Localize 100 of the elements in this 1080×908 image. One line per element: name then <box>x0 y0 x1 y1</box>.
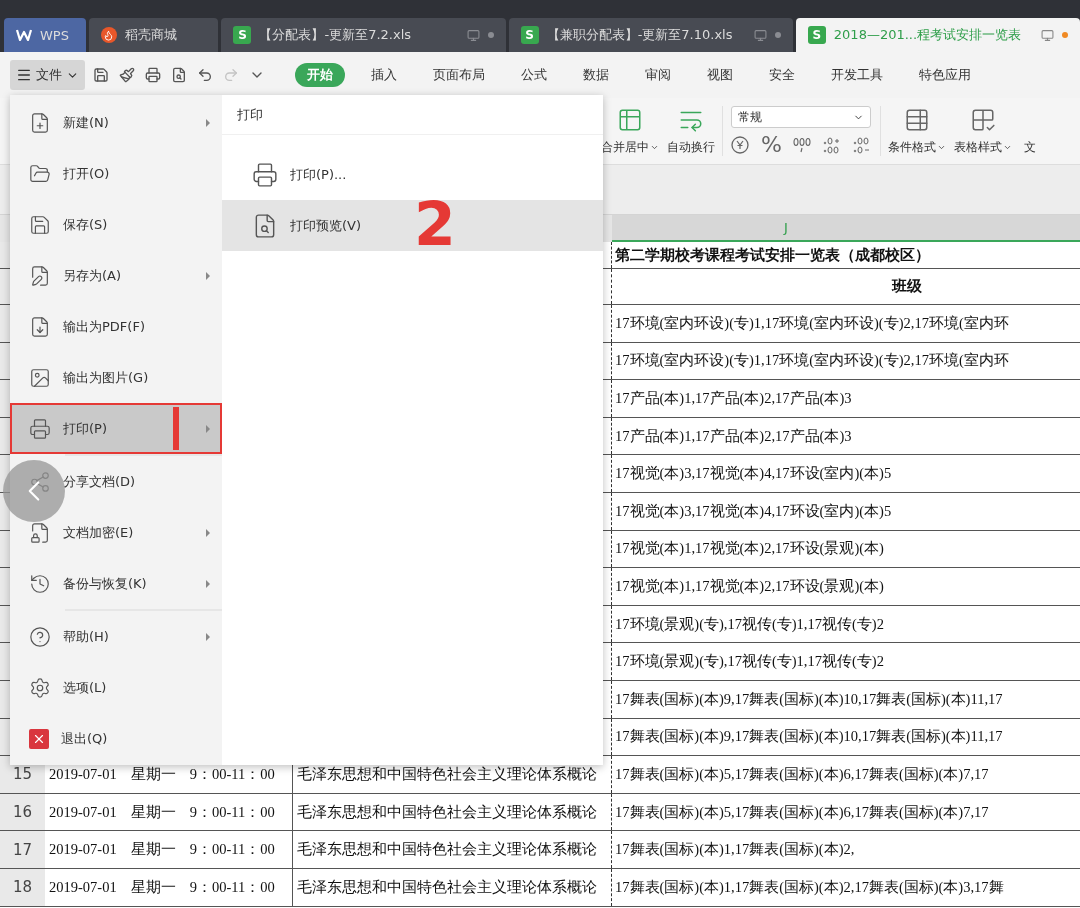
monitor-icon[interactable] <box>466 28 480 42</box>
document-tab[interactable]: WPS <box>4 18 86 52</box>
menu-item[interactable]: 选项(L) <box>10 662 222 713</box>
status-dot <box>487 32 494 38</box>
row-header[interactable]: 18 <box>0 868 45 906</box>
sheet-title: 第二学期校考课程考试安排一览表（成都校区） <box>611 242 1080 268</box>
ribbon-tab[interactable]: 视图 <box>695 63 745 87</box>
monitor-icon[interactable] <box>753 28 767 42</box>
table-cell-text: 毛泽东思想和中国特色社会主义理论体系概论 <box>296 840 598 860</box>
new-file-icon <box>29 111 51 134</box>
pdf-export-icon <box>29 315 51 338</box>
submenu-arrow-icon <box>206 118 210 127</box>
image-icon <box>29 366 51 389</box>
table-icon <box>617 106 643 133</box>
document-tab[interactable]: 稻壳商城 <box>88 18 219 52</box>
column-title: 班级 <box>611 269 1080 304</box>
ribbon-tab[interactable]: 安全 <box>757 63 807 87</box>
submenu-title: 打印 <box>222 95 603 135</box>
increase-decimal-icon[interactable] <box>821 136 842 154</box>
menu-item[interactable]: 另存为(A) <box>10 250 222 301</box>
save-icon <box>29 213 51 236</box>
printer-icon <box>252 161 278 188</box>
sheet-badge: S <box>520 26 539 44</box>
status-dot <box>774 32 781 38</box>
table-cell: 17环境(景观)(专),17视传(专)1,17视传(专)2 <box>611 605 1080 643</box>
file-menu-button[interactable]: 文件 <box>10 60 85 90</box>
help-icon <box>29 625 51 648</box>
table-cell-text: 毛泽东思想和中国特色社会主义理论体系概论 <box>296 877 598 897</box>
submenu-arrow-icon <box>206 271 210 280</box>
menu-item[interactable]: 打印(P) <box>10 403 222 454</box>
menu-item[interactable]: 打开(O) <box>10 148 222 199</box>
menu-item[interactable]: 输出为PDF(F) <box>10 301 222 352</box>
printer-icon[interactable] <box>143 65 163 85</box>
submenu-arrow-icon <box>206 632 210 641</box>
percent-button[interactable]: % <box>761 134 782 156</box>
save-as-icon <box>29 264 51 287</box>
currency-icon[interactable] <box>731 136 751 154</box>
table-cell: 17视觉(本)3,17视觉(本)4,17环设(室内)(本)5 <box>611 492 1080 530</box>
menu-item[interactable]: 帮助(H) <box>10 611 222 662</box>
submenu-arrow-icon <box>206 424 210 433</box>
table-icon <box>969 106 996 133</box>
submenu-arrow-icon <box>206 579 210 588</box>
menu-item[interactable]: 输出为图片(G) <box>10 352 222 403</box>
wps-logo-icon <box>16 29 32 41</box>
merge-center-button[interactable]: 合并居中 <box>600 106 660 156</box>
exit-icon <box>29 728 49 749</box>
ribbon-button[interactable]: 文 <box>1022 106 1037 156</box>
menu-icon <box>16 67 32 83</box>
table-cell: 17环境(室内环设)(专)1,17环境(室内环设)(专)2,17环境(室内环 <box>611 342 1080 380</box>
table-cell: 2019-07-01 星期一 9：00-11：00 <box>45 793 293 831</box>
table-cell-text: 毛泽东思想和中国特色社会主义理论体系概论 <box>296 764 598 784</box>
table-cell: 17视觉(本)1,17视觉(本)2,17环设(景观)(本) <box>611 568 1080 605</box>
wrap-text-button[interactable]: 自动换行 <box>666 106 716 156</box>
table-cell: 17舞表(国标)(本)9,17舞表(国标)(本)10,17舞表(国标)(本)11,17 <box>611 718 1080 756</box>
table-cell: 2019-07-01 星期一 9：00-11：00 <box>45 868 293 906</box>
ribbon-tab[interactable]: 插入 <box>359 63 409 87</box>
table-cell: 17产品(本)1,17产品(本)2,17产品(本)3 <box>611 380 1080 417</box>
flame-icon <box>100 27 117 43</box>
table-cell: 17舞表(国标)(本)5,17舞表(国标)(本)6,17舞表(国标)(本)7,17 <box>611 756 1080 793</box>
submenu-item[interactable]: 打印预览(V) 2 <box>222 200 603 251</box>
conditional-format-button[interactable]: 条件格式 <box>886 106 947 156</box>
history-icon <box>29 572 51 595</box>
menu-item[interactable]: 备份与恢复(K) <box>10 558 222 609</box>
monitor-icon[interactable] <box>1041 28 1054 42</box>
ribbon-tab[interactable]: 特色应用 <box>907 63 983 87</box>
ribbon-tab[interactable]: 公式 <box>509 63 559 87</box>
sheet-badge: S <box>807 26 826 44</box>
table-cell: 17舞表(国标)(本)9,17舞表(国标)(本)10,17舞表(国标)(本)11,17 <box>611 680 1080 718</box>
row-header[interactable]: 17 <box>0 831 45 868</box>
table-cell: 17舞表(国标)(本)5,17舞表(国标)(本)6,17舞表(国标)(本)7,17 <box>611 793 1080 831</box>
decrease-decimal-icon[interactable] <box>851 136 872 154</box>
row-header[interactable]: 16 <box>0 793 45 831</box>
save-icon[interactable] <box>91 65 111 85</box>
settings-icon <box>29 676 51 699</box>
table-style-button[interactable]: 表格样式 <box>952 106 1013 156</box>
ribbon-tab[interactable]: 页面布局 <box>421 63 497 87</box>
table-cell: 17环境(室内环设)(专)1,17环境(室内环设)(专)2,17环境(室内环 <box>611 305 1080 342</box>
ribbon-tab[interactable]: 数据 <box>571 63 621 87</box>
ribbon-tab[interactable]: 开发工具 <box>819 63 895 87</box>
thousands-separator-icon[interactable] <box>791 137 812 153</box>
document-tab[interactable]: S 【兼职分配表】-更新至7.10.xls <box>508 18 793 52</box>
brush-icon[interactable] <box>117 65 137 85</box>
sheet-badge: S <box>233 26 252 44</box>
table-cell-text: 毛泽东思想和中国特色社会主义理论体系概论 <box>296 802 598 822</box>
submenu-arrow-icon <box>206 528 210 537</box>
folder-icon <box>29 162 51 185</box>
printer-icon <box>29 417 51 440</box>
table-cell: 2019-07-01 星期一 9：00-11：00 <box>45 831 293 868</box>
number-format-select[interactable]: 常规 <box>731 106 871 128</box>
menu-item[interactable]: 保存(S) <box>10 199 222 250</box>
table-cell: 17产品(本)1,17产品(本)2,17产品(本)3 <box>611 417 1080 455</box>
table-cell: 17舞表(国标)(本)1,17舞表(国标)(本)2, <box>611 831 1080 868</box>
lock-file-icon <box>29 521 51 544</box>
annotation-stroke <box>173 407 179 450</box>
table-cell: 17视觉(本)1,17视觉(本)2,17环设(景观)(本) <box>611 530 1080 568</box>
ribbon-tab[interactable]: 审阅 <box>633 63 683 87</box>
table-cell: 17视觉(本)3,17视觉(本)4,17环设(室内)(本)5 <box>611 455 1080 492</box>
table-icon <box>903 106 930 133</box>
menu-item[interactable]: 新建(N) <box>10 97 222 148</box>
document-tab[interactable]: S 【分配表】-更新至7.2.xls <box>221 18 506 52</box>
